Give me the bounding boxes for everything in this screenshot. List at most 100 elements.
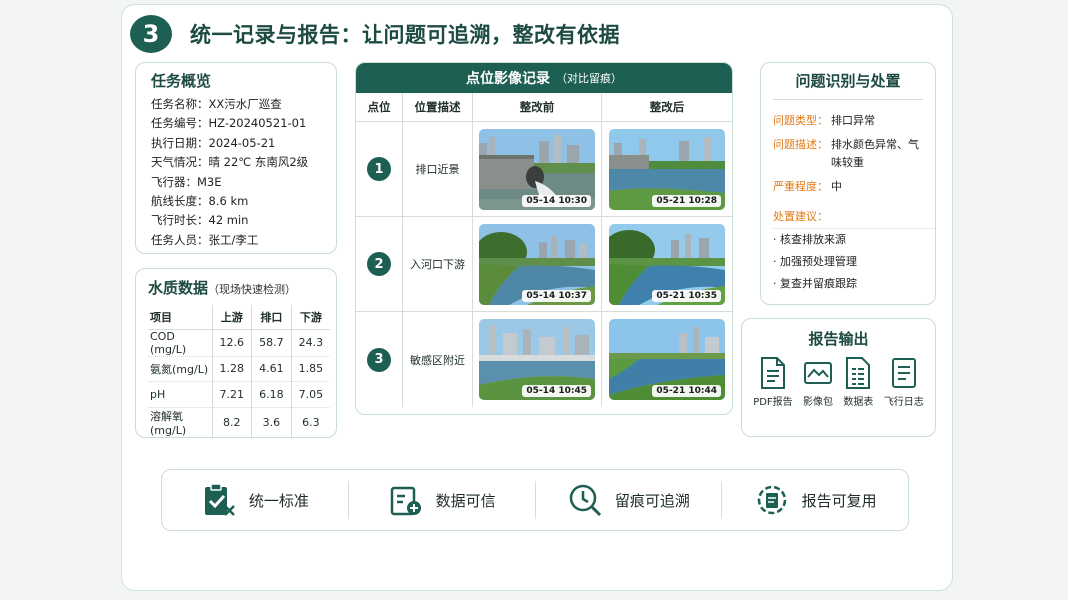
issue-title: 问题识别与处置 xyxy=(773,70,923,100)
task-key: 任务名称： xyxy=(151,97,209,111)
report-item-label: 数据表 xyxy=(843,397,874,408)
task-overview-title: 任务概览 xyxy=(151,72,212,90)
table-cell: 氨氮(mg/L) xyxy=(148,356,212,382)
principles-bar: 统一标准 数据可信 留痕可追溯 报告可复用 xyxy=(161,469,909,531)
image-record-title: 点位影像记录 xyxy=(466,71,550,87)
point-number-badge: 3 xyxy=(367,347,391,372)
issue-key: 问题描述： xyxy=(773,138,828,151)
task-key: 航线长度： xyxy=(151,194,209,209)
list-item: · 核查排放来源 xyxy=(773,233,846,246)
after-cell: 05-21 10:35 xyxy=(601,217,732,311)
record-column-headers: 点位 位置描述 整改前 整改后 xyxy=(356,93,732,122)
point-cell: 2 xyxy=(356,217,402,311)
column-header: 点位 xyxy=(367,100,391,114)
task-row: 任务编号：HZ-20240521-01 xyxy=(151,114,336,133)
principle-traceable: 留痕可追溯 xyxy=(534,481,722,519)
photo-timestamp: 05-21 10:44 xyxy=(652,385,721,397)
before-photo[interactable]: 05-14 10:30 xyxy=(479,128,595,210)
before-photo[interactable]: 05-14 10:37 xyxy=(479,223,595,305)
report-item-images[interactable]: 影像包 xyxy=(803,357,833,408)
report-cycle-icon xyxy=(757,485,786,515)
image-pack-icon xyxy=(804,362,833,384)
issue-level-row: 严重程度：中 xyxy=(773,178,935,196)
principle-reusable: 报告可复用 xyxy=(721,481,908,519)
after-cell: 05-21 10:44 xyxy=(601,312,732,407)
data-shield-icon xyxy=(390,486,421,516)
task-value: 2024-05-21 xyxy=(208,135,276,150)
column-header: 下游 xyxy=(290,305,330,330)
data-sheet-icon xyxy=(846,357,871,389)
task-value: 42 min xyxy=(208,213,249,228)
clipboard-check-icon xyxy=(204,483,235,516)
principle-label: 数据可信 xyxy=(435,491,496,510)
issue-value: 中 xyxy=(831,180,842,193)
record-row: 3 敏感区附近 05-14 10:45 05-21 10:44 xyxy=(356,312,732,407)
before-photo[interactable]: 05-14 10:45 xyxy=(479,319,595,400)
task-row: 任务人员：张工/李工 xyxy=(151,231,336,250)
principle-unified-standard: 统一标准 xyxy=(162,481,348,519)
table-cell: 1.28 xyxy=(211,356,252,382)
image-record-card: 点位影像记录 （对比留痕） 点位 位置描述 整改前 整改后 1 排口近景 05-… xyxy=(355,62,733,415)
report-item-pdf[interactable]: PDF报告 xyxy=(753,357,793,408)
column-header: 排口 xyxy=(251,305,292,330)
table-cell: 12.6 xyxy=(211,329,252,357)
task-key: 任务编号： xyxy=(151,116,209,131)
report-item-label: 飞行日志 xyxy=(883,397,924,408)
clock-search-icon xyxy=(569,484,601,517)
table-cell: 溶解氧(mg/L) xyxy=(150,409,187,437)
table-cell: 8.2 xyxy=(211,407,252,437)
table-cell: 6.3 xyxy=(290,407,330,437)
column-header: 整改后 xyxy=(601,93,732,121)
list-item: · 加强预处理管理 xyxy=(773,255,857,268)
table-cell: 4.61 xyxy=(251,356,292,382)
water-subtitle: （现场快速检测） xyxy=(208,283,297,296)
report-item-flightlog[interactable]: 飞行日志 xyxy=(884,357,924,408)
issue-card: 问题识别与处置 问题类型： 排口异常 问题描述： 排水颜色异常、气味较重 严重程度：… xyxy=(760,62,936,305)
suggestions-label: 处置建议： xyxy=(773,210,828,223)
point-number-badge: 2 xyxy=(367,252,391,276)
report-item-label: 影像包 xyxy=(803,397,834,408)
photo-timestamp: 05-14 10:30 xyxy=(522,194,591,207)
column-header: 位置描述 xyxy=(402,93,472,121)
task-value: 8.6 km xyxy=(208,194,249,209)
photo-timestamp: 05-21 10:28 xyxy=(652,194,721,207)
table-header-row: 项目 上游 排口 下游 xyxy=(148,305,330,330)
report-item-data[interactable]: 数据表 xyxy=(843,357,873,408)
issue-value: 排口异常 xyxy=(831,114,875,127)
principle-data-trust: 数据可信 xyxy=(347,481,535,519)
issue-value: 排水颜色异常、气味较重 xyxy=(831,138,919,169)
table-row: 氨氮(mg/L) 1.28 4.61 1.85 xyxy=(148,356,330,382)
table-cell: pH xyxy=(148,381,212,408)
after-photo[interactable]: 05-21 10:28 xyxy=(609,128,725,210)
photo-timestamp: 05-14 10:37 xyxy=(522,289,591,302)
principle-label: 报告可复用 xyxy=(801,491,877,510)
location-description: 入河口下游 xyxy=(402,217,472,311)
water-quality-card: 水质数据（现场快速检测） 项目 上游 排口 下游 COD (mg/L) 12.6 5… xyxy=(135,268,337,438)
task-row: 飞行时长：42 min xyxy=(151,211,336,230)
table-cell: 24.3 xyxy=(290,329,330,357)
table-cell: 58.7 xyxy=(251,329,292,357)
column-header: 整改前 xyxy=(472,93,601,121)
after-photo[interactable]: 05-21 10:44 xyxy=(609,319,725,400)
task-key: 飞行时长： xyxy=(151,213,209,228)
principle-label: 留痕可追溯 xyxy=(614,491,690,510)
record-row: 1 排口近景 05-14 10:30 05-21 10:28 xyxy=(356,122,732,217)
principle-label: 统一标准 xyxy=(248,491,309,510)
table-row: COD (mg/L) 12.6 58.7 24.3 xyxy=(148,329,330,357)
report-items: PDF报告 影像包 数据表 飞行日志 xyxy=(742,349,935,408)
task-value: 晴 22℃ 东南风2级 xyxy=(208,155,309,170)
table-row: 溶解氧(mg/L) 8.2 3.6 6.3 xyxy=(148,407,330,437)
page-header: 3 统一记录与报告：让问题可追溯，整改有依据 xyxy=(130,14,620,54)
task-key: 飞行器： xyxy=(151,174,197,189)
task-value: HZ-20240521-01 xyxy=(208,116,307,131)
table-cell: 7.21 xyxy=(211,381,252,408)
task-value: 张工/李工 xyxy=(208,232,259,247)
issue-key: 问题类型： xyxy=(773,114,828,127)
water-quality-table: 项目 上游 排口 下游 COD (mg/L) 12.6 58.7 24.3 氨氮(mg… xyxy=(148,305,330,437)
task-key: 天气情况： xyxy=(151,155,209,170)
after-cell: 05-21 10:28 xyxy=(601,122,732,216)
photo-timestamp: 05-14 10:45 xyxy=(522,385,591,397)
after-photo[interactable]: 05-21 10:35 xyxy=(609,223,725,305)
task-row: 执行日期：2024-05-21 xyxy=(151,134,336,153)
issue-key: 严重程度： xyxy=(773,180,828,193)
